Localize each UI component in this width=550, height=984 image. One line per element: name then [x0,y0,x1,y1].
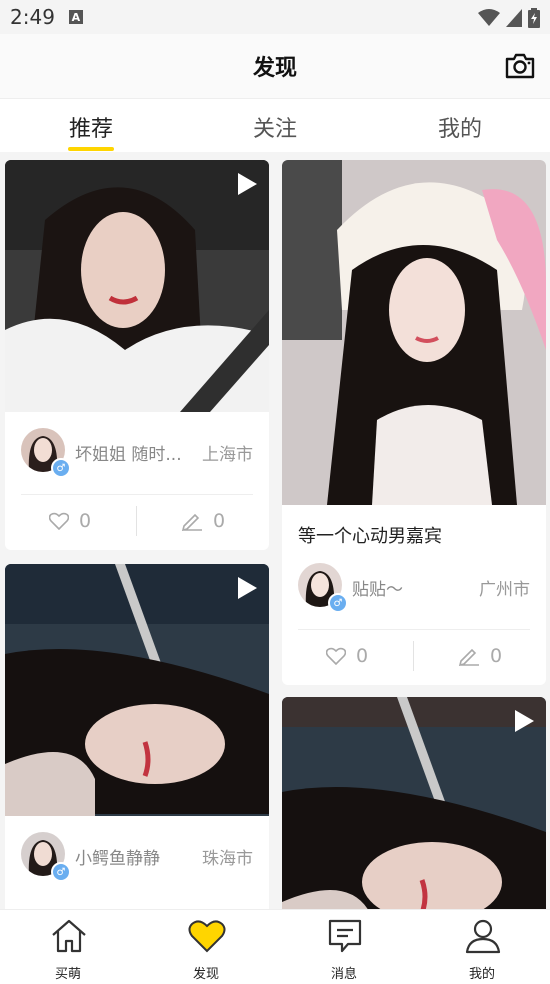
like-count: 0 [79,510,92,532]
status-bar: 2:49 A [0,0,550,34]
user-city: 上海市 [202,445,253,465]
male-icon: ♂ [328,593,348,613]
like-count: 0 [356,645,369,667]
post-photo[interactable] [5,564,269,816]
nav-discover[interactable]: 发现 [156,910,256,984]
divider [413,641,414,671]
heart-icon [188,920,226,953]
post-photo[interactable] [282,697,546,909]
comment-count: 0 [213,510,226,532]
post-photo[interactable] [5,160,269,412]
home-icon [52,919,86,953]
post-photo[interactable] [282,160,546,505]
comment-count: 0 [490,645,503,667]
pen-icon [458,648,479,666]
notification-icon: A [68,10,83,24]
nav-label: 买萌 [54,967,81,982]
battery-icon [528,8,540,28]
nav-label: 消息 [330,967,357,982]
comment-button[interactable]: 0 [181,510,225,532]
like-button[interactable]: 0 [49,510,91,532]
male-icon: ♂ [51,862,71,882]
divider [21,494,253,495]
nav-label: 发现 [192,967,219,982]
status-time: 2:49 [10,5,55,29]
comment-button[interactable]: 0 [458,645,502,667]
divider [136,506,137,536]
tab-following[interactable]: 关注 [225,111,325,143]
user-name[interactable]: 贴贴～ [352,575,462,600]
user-icon [465,919,501,954]
nav-mine[interactable]: 我的 [432,910,532,984]
play-icon [515,710,534,732]
wifi-icon [478,9,500,26]
nav-home[interactable]: 买萌 [18,910,118,984]
tab-bar: 推荐 关注 我的 [0,98,550,153]
status-icons [478,8,540,28]
message-icon [328,919,362,953]
post-caption[interactable]: 等一个心动男嘉宾 [298,522,442,548]
page-title: 发现 [252,56,297,81]
post-card[interactable]: ♂ 坏姐姐 随时... 上海市 0 0 [5,160,269,550]
tab-recommend[interactable]: 推荐 [41,111,141,143]
pen-icon [181,513,202,531]
play-icon [238,173,257,195]
user-name[interactable]: 坏姐姐 随时... [75,440,185,465]
heart-outline-icon [326,647,346,665]
tab-mine[interactable]: 我的 [410,111,510,143]
play-icon [238,577,257,599]
post-card[interactable]: ♂ 小鳄鱼静静 珠海市 [5,564,269,909]
user-name[interactable]: 小鳄鱼静静 [75,844,185,869]
user-city: 珠海市 [202,849,253,869]
post-card[interactable]: 等一个心动男嘉宾 ♂ 贴贴～ 广州市 0 0 [282,160,546,685]
like-button[interactable]: 0 [326,645,368,667]
male-icon: ♂ [51,458,71,478]
nav-messages[interactable]: 消息 [294,910,394,984]
discover-feed[interactable]: ♂ 坏姐姐 随时... 上海市 0 0 等一个心动男嘉宾 ♂ 贴贴～ 广州市 0… [0,152,550,909]
signal-icon [506,9,522,27]
bottom-nav: 买萌 发现 消息 我的 [0,909,550,984]
camera-icon[interactable] [504,52,536,80]
divider [298,629,530,630]
nav-label: 我的 [468,967,495,982]
active-tab-indicator [68,147,114,151]
app-header: 发现 [0,34,550,98]
post-card[interactable] [282,697,546,909]
heart-outline-icon [49,512,69,530]
user-city: 广州市 [479,580,530,600]
